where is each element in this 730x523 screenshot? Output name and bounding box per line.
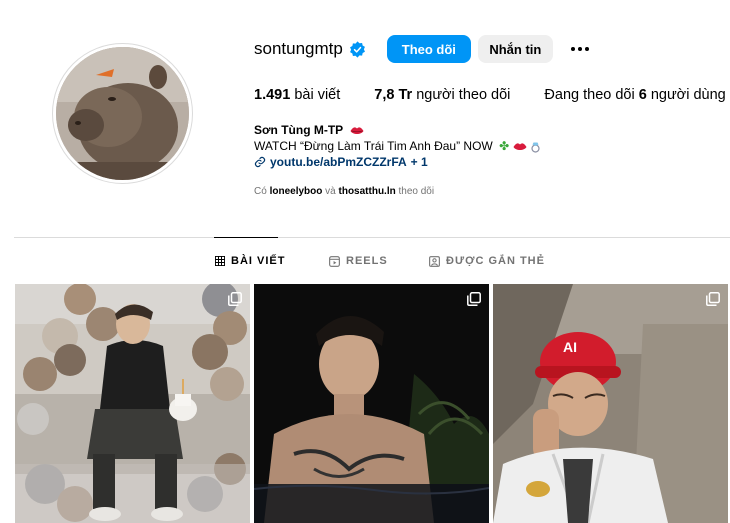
avatar[interactable]	[56, 47, 189, 180]
following-stat[interactable]: Đang theo dõi 6 người dùng	[544, 87, 725, 103]
tab-posts-label: BÀI VIẾT	[231, 255, 286, 267]
post-image-2	[254, 284, 489, 523]
bio-line: WATCH “Đừng Làm Trái Tim Anh Đau” NOW	[254, 139, 493, 153]
followers-count: 7,8 Tr	[374, 87, 413, 103]
followed-user-2[interactable]: thosatthu.ln	[339, 186, 396, 197]
clover-emoji-icon: ✤	[499, 139, 510, 153]
followed-prefix: Có	[254, 186, 267, 197]
tagged-icon	[429, 255, 440, 267]
post-image-1	[15, 284, 250, 523]
follow-button[interactable]: Theo dõi	[386, 35, 471, 63]
followed-by[interactable]: Có loneelyboo và thosatthu.ln theo dõi	[254, 186, 434, 197]
more-options-icon[interactable]	[570, 47, 589, 51]
bio: Sơn Tùng M-TP WATCH “Đừng Làm Trái Tim A…	[254, 122, 541, 170]
tab-tagged-label: ĐƯỢC GẮN THẺ	[446, 255, 545, 267]
ring-emoji-icon	[531, 142, 540, 153]
tab-tagged[interactable]: ĐƯỢC GẮN THẺ	[429, 255, 545, 267]
followed-user-1[interactable]: loneelyboo	[270, 186, 323, 197]
verified-badge-icon	[349, 40, 365, 58]
active-tab-indicator	[214, 237, 278, 238]
message-button[interactable]: Nhắn tin	[477, 35, 553, 63]
profile-header: sontungmtp Theo dõi Nhắn tin	[254, 34, 589, 64]
link-icon	[254, 156, 266, 168]
bio-link-more[interactable]: + 1	[411, 154, 428, 170]
profile-stats: 1.491 bài viết 7,8 Tr người theo dõi Đan…	[254, 87, 730, 103]
following-count: 6	[638, 87, 647, 103]
bio-link-text[interactable]: youtu.be/abPmZCZZrFA	[270, 154, 407, 170]
followers-stat[interactable]: 7,8 Tr người theo dõi	[374, 87, 510, 103]
tab-reels-label: REELS	[346, 255, 388, 267]
lips-emoji-small-icon	[513, 143, 526, 150]
tab-posts[interactable]: BÀI VIẾT	[215, 255, 285, 267]
grid-icon	[215, 256, 225, 266]
post-image-3: AI	[493, 284, 728, 523]
reels-icon	[329, 255, 340, 267]
svg-text:AI: AI	[563, 339, 577, 355]
followers-label: người theo dõi	[416, 87, 511, 103]
posts-stat: 1.491 bài viết	[254, 87, 340, 103]
username: sontungmtp	[254, 39, 343, 58]
post-tile-1[interactable]	[15, 284, 250, 523]
display-name: Sơn Tùng M-TP	[254, 123, 344, 137]
posts-count: 1.491	[254, 87, 291, 103]
post-tile-2[interactable]	[254, 284, 489, 523]
followed-and: và	[325, 186, 336, 197]
following-suffix: người dùng	[650, 87, 726, 103]
tab-reels[interactable]: REELS	[329, 255, 388, 267]
multi-photo-icon	[228, 292, 242, 306]
post-tile-3[interactable]: AI	[493, 284, 728, 523]
following-prefix: Đang theo dõi	[544, 87, 635, 103]
capybara-avatar-image	[56, 47, 189, 180]
followed-suffix: theo dõi	[398, 186, 435, 197]
bio-link[interactable]: youtu.be/abPmZCZZrFA + 1	[254, 154, 541, 170]
posts-label: bài viết	[294, 87, 341, 103]
multi-photo-icon	[706, 292, 720, 306]
lips-emoji-icon	[350, 127, 364, 134]
multi-photo-icon	[467, 292, 481, 306]
tabs-divider	[14, 237, 730, 238]
